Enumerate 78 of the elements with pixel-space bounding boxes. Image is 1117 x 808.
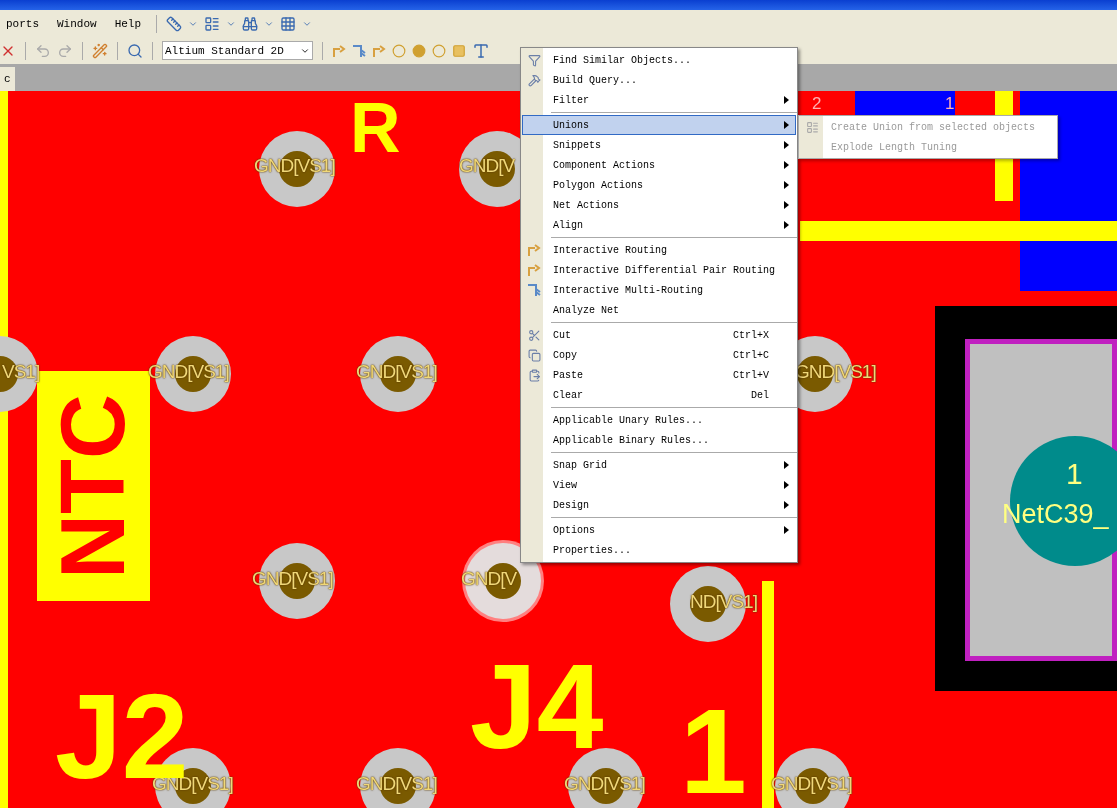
- text-tool-icon[interactable]: [472, 41, 490, 60]
- designator-text: J4: [470, 646, 604, 766]
- submenu-arrow-icon: [784, 161, 789, 169]
- net-label: GND[VS1]: [564, 773, 645, 795]
- paste-icon: [527, 368, 541, 382]
- net-label: GND[VS1]: [252, 568, 333, 590]
- redo-icon[interactable]: [57, 42, 73, 59]
- undo-icon[interactable]: [35, 42, 51, 59]
- routing-icon: [527, 243, 541, 257]
- pin-number: 2: [812, 95, 822, 112]
- search-icon[interactable]: [127, 42, 143, 59]
- submenu-arrow-icon: [784, 201, 789, 209]
- menu-item[interactable]: Component Actions: [522, 155, 796, 175]
- copy-icon: [527, 348, 541, 362]
- ntc-label: NTC: [42, 393, 144, 579]
- submenu-arrow-icon: [784, 181, 789, 189]
- submenu-arrow-icon: [784, 96, 789, 104]
- menu-item[interactable]: Analyze Net: [522, 300, 796, 320]
- binoculars-icon[interactable]: [242, 15, 259, 32]
- document-tab[interactable]: c: [0, 67, 15, 91]
- pad-number: 1: [1066, 459, 1083, 489]
- multi-route-icon: [527, 283, 541, 297]
- net-label: GND[VS1]: [254, 155, 335, 177]
- menu-item[interactable]: Cut Ctrl+X: [522, 325, 796, 345]
- menu-item[interactable]: Snap Grid: [522, 455, 796, 475]
- menu-item[interactable]: Applicable Unary Rules...: [522, 410, 796, 430]
- designator-text: R: [350, 93, 401, 163]
- net-label: GND[VS1]: [356, 773, 437, 795]
- menu-item[interactable]: View: [522, 475, 796, 495]
- menu-item[interactable]: Interactive Multi-Routing: [522, 280, 796, 300]
- menu-item[interactable]: Design: [522, 495, 796, 515]
- menu-item[interactable]: Interactive Routing: [522, 240, 796, 260]
- menu-item[interactable]: Unions: [522, 115, 796, 135]
- menu-item[interactable]: Paste Ctrl+V: [522, 365, 796, 385]
- menu-item[interactable]: Net Actions: [522, 195, 796, 215]
- menu-item[interactable]: Snippets: [522, 135, 796, 155]
- submenu-arrow-icon: [784, 461, 789, 469]
- menu-item[interactable]: Find Similar Objects...: [522, 50, 796, 70]
- ruler-icon[interactable]: [166, 15, 183, 32]
- menu-item[interactable]: Build Query...: [522, 70, 796, 90]
- fill-icon[interactable]: [452, 43, 466, 58]
- menu-item[interactable]: Polygon Actions: [522, 175, 796, 195]
- scissors-icon: [527, 328, 541, 342]
- union-icon: [805, 120, 819, 134]
- menu-item[interactable]: Properties...: [522, 540, 796, 560]
- filter-icon: [527, 53, 541, 67]
- menu-item[interactable]: Clear Del: [522, 385, 796, 405]
- designator-text: 1: [680, 691, 747, 808]
- net-label: GND[VS1]: [771, 773, 852, 795]
- routing-icon: [332, 43, 346, 58]
- menu-item[interactable]: Filter: [522, 90, 796, 110]
- menu-item[interactable]: Applicable Binary Rules...: [522, 430, 796, 450]
- routing-icon: [372, 43, 386, 58]
- multi-route-icon: [352, 43, 366, 58]
- submenu-arrow-icon: [784, 141, 789, 149]
- wand-icon[interactable]: [92, 42, 108, 59]
- submenu-arrow-icon: [784, 481, 789, 489]
- view-dropdown[interactable]: Altium Standard 2D: [162, 41, 313, 60]
- submenu-arrow-icon: [784, 501, 789, 509]
- net-label: GND[VS1]: [356, 361, 437, 383]
- menu-item[interactable]: Align: [522, 215, 796, 235]
- menu-item[interactable]: Copy Ctrl+C: [522, 345, 796, 365]
- pad-icon[interactable]: [392, 43, 406, 58]
- hammer-icon: [527, 73, 541, 87]
- routing-icon: [527, 263, 541, 277]
- via-icon[interactable]: [412, 43, 426, 58]
- menu-item[interactable]: Options: [522, 520, 796, 540]
- net-label: GND[VS1]: [148, 361, 229, 383]
- menu-item[interactable]: Help: [108, 17, 148, 30]
- menu-item[interactable]: Window: [51, 17, 103, 30]
- menu-item[interactable]: Interactive Differential Pair Routing: [522, 260, 796, 280]
- net-label: GND[VS1]: [795, 361, 876, 383]
- submenu-arrow-icon: [784, 121, 789, 129]
- grid-icon[interactable]: [280, 15, 297, 32]
- menu-item[interactable]: ports: [0, 17, 45, 30]
- pin-number: 1: [945, 95, 955, 112]
- submenu-arrow-icon: [784, 221, 789, 229]
- submenu-arrow-icon: [784, 526, 789, 534]
